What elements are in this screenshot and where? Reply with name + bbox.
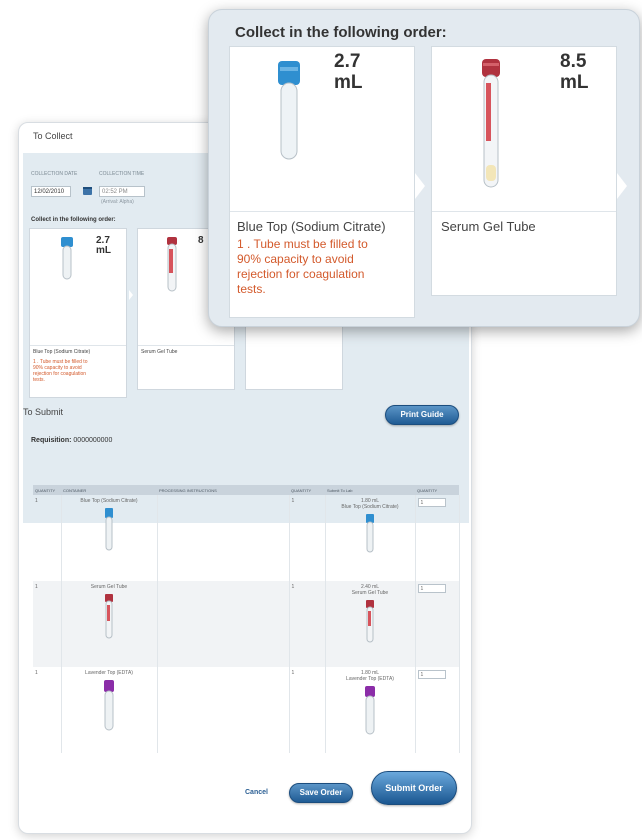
purple-tube-icon — [365, 686, 375, 735]
order-table: QUANTITY CONTAINER PROCESSING INSTRUCTIO… — [33, 485, 460, 753]
submit-container: Lavender Top (EDTA) — [346, 676, 394, 682]
container-name: Serum Gel Tube — [90, 584, 128, 590]
col-quantity: QUANTITY — [33, 485, 61, 495]
zoom-card-blue-top: 2.7 mL Blue Top (Sodium Citrate) 1 . Tub… — [229, 46, 415, 318]
print-guide-button[interactable]: Print Guide — [385, 405, 459, 425]
row-submit: 1.80 mL Blue Top (Sodium Citrate) — [325, 495, 416, 581]
submit-container: Serum Gel Tube — [351, 590, 389, 596]
row-input-cell: 1 — [415, 495, 460, 581]
zoom-tube-name: Serum Gel Tube — [441, 219, 536, 234]
row-qty: 1 — [33, 667, 62, 753]
submit-order-button[interactable]: Submit Order — [371, 771, 457, 805]
quantity-input[interactable]: 1 — [417, 584, 446, 593]
chevron-right-icon — [617, 173, 627, 199]
row-qty: 1 — [33, 581, 62, 667]
row-qty-2: 1 — [289, 495, 326, 581]
col-container: CONTAINER — [61, 485, 157, 495]
timezone-text: (Arrival: Alpha) — [101, 199, 134, 205]
mini-card-note-area: 1 . Tube must be filled to 90% capacity … — [29, 357, 127, 398]
collection-date-field[interactable]: 12/02/2010 — [31, 186, 71, 197]
row-qty-2: 1 — [289, 667, 326, 753]
row-qty: 1 — [33, 495, 62, 581]
mini-tube-name: Serum Gel Tube — [141, 349, 178, 355]
blue-tube-icon — [61, 237, 73, 280]
row-container: Blue Top (Sodium Citrate) — [61, 495, 158, 581]
to-submit-title: To Submit — [23, 407, 64, 417]
mini-volume: 8 — [198, 235, 204, 246]
col-quantity-2: QUANTITY — [289, 485, 325, 495]
col-processing: PROCESSING INSTRUCTIONS — [157, 485, 289, 495]
mini-card-blue-top: 2.7 mL Blue Top (Sodium Citrate) — [29, 228, 127, 365]
to-collect-title: To Collect — [33, 131, 73, 141]
table-row: 1 Serum Gel Tube 1 2.40 mL Serum Gel Tub… — [33, 581, 460, 667]
requisition: Requisition: 0000000000 — [31, 437, 112, 444]
col-quantity-3: QUANTITY — [415, 485, 459, 495]
zoom-order-heading: Collect in the following order: — [235, 24, 447, 41]
mini-tube-name: Blue Top (Sodium Citrate) — [33, 349, 91, 355]
row-submit: 1.80 mL Lavender Top (EDTA) — [325, 667, 416, 753]
collection-time-field[interactable]: 02:52 PM — [99, 186, 145, 197]
row-submit: 2.40 mL Serum Gel Tube — [325, 581, 416, 667]
cancel-link[interactable]: Cancel — [245, 789, 268, 796]
mini-tube-note: 1 . Tube must be filled to 90% capacity … — [33, 359, 88, 383]
collection-time-label: COLLECTION TIME — [99, 171, 145, 177]
calendar-icon[interactable] — [83, 187, 92, 195]
zoom-volume: 2.7 mL — [334, 51, 363, 93]
chevron-right-icon — [415, 173, 425, 199]
save-order-button[interactable]: Save Order — [289, 783, 353, 803]
row-instructions — [157, 495, 290, 581]
requisition-value: 0000000000 — [73, 437, 113, 444]
red-tube-icon — [105, 594, 113, 639]
collection-date-label: COLLECTION DATE — [31, 171, 78, 177]
mini-volume: 2.7 mL — [96, 235, 111, 256]
row-input-cell: 1 — [415, 581, 460, 667]
requisition-label: Requisition: — [31, 437, 72, 444]
row-instructions — [157, 667, 290, 753]
red-tube-icon — [482, 59, 500, 188]
quantity-input[interactable]: 1 — [417, 670, 446, 679]
quantity-input[interactable]: 1 — [417, 498, 446, 507]
blue-tube-icon — [278, 61, 300, 160]
zoom-card-serum-gel: 8.5 mL Serum Gel Tube — [431, 46, 617, 296]
table-header: QUANTITY CONTAINER PROCESSING INSTRUCTIO… — [33, 485, 459, 495]
row-instructions — [157, 581, 290, 667]
row-input-cell: 1 — [415, 667, 460, 753]
blue-tube-icon — [366, 514, 374, 553]
zoom-tube-name: Blue Top (Sodium Citrate) — [237, 219, 386, 234]
table-row: 1 Blue Top (Sodium Citrate) 1 1.80 mL Bl… — [33, 495, 460, 581]
chevron-right-icon — [129, 290, 133, 300]
container-name: Lavender Top (EDTA) — [85, 670, 133, 676]
purple-tube-icon — [104, 680, 114, 731]
zoom-tube-note: 1 . Tube must be filled to 90% capacity … — [237, 237, 368, 296]
zoom-popup: Collect in the following order: 2.7 mL B… — [208, 9, 640, 327]
row-qty-2: 1 — [289, 581, 326, 667]
red-tube-icon — [366, 600, 374, 643]
container-name: Blue Top (Sodium Citrate) — [80, 498, 138, 504]
submit-container: Blue Top (Sodium Citrate) — [341, 504, 399, 510]
col-submit-to-lab: Submit To Lab — [325, 485, 415, 495]
row-container: Lavender Top (EDTA) — [61, 667, 158, 753]
zoom-volume: 8.5 mL — [560, 51, 589, 93]
collect-order-heading: Collect in the following order: — [31, 217, 116, 223]
row-container: Serum Gel Tube — [61, 581, 158, 667]
table-row: 1 Lavender Top (EDTA) 1 1.80 mL Lavender… — [33, 667, 460, 753]
blue-tube-icon — [105, 508, 113, 551]
red-tube-icon — [167, 237, 177, 292]
